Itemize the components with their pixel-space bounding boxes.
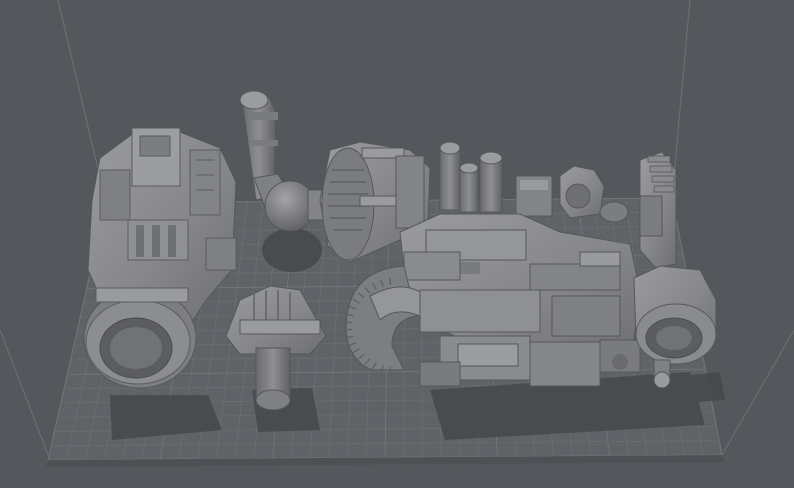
scene-svg[interactable] xyxy=(0,0,794,488)
wheel-tooth xyxy=(344,321,353,324)
gear-arm-part[interactable] xyxy=(639,151,677,269)
wheel-tooth xyxy=(344,328,353,331)
3d-viewport[interactable] xyxy=(0,0,794,488)
